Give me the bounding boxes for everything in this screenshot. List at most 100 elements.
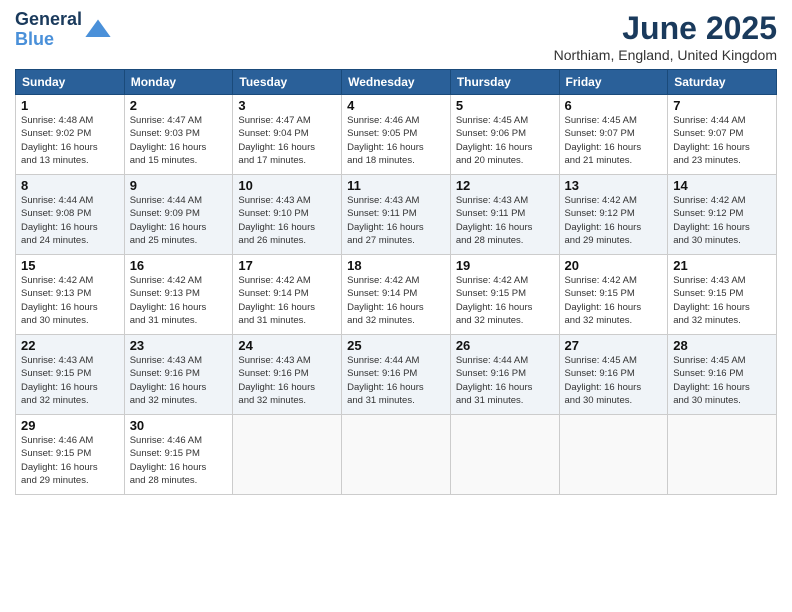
day-number: 27	[565, 338, 663, 353]
day-number: 15	[21, 258, 119, 273]
table-row: 10Sunrise: 4:43 AMSunset: 9:10 PMDayligh…	[233, 175, 342, 255]
day-info: Sunrise: 4:47 AMSunset: 9:03 PMDaylight:…	[130, 114, 228, 167]
table-row: 24Sunrise: 4:43 AMSunset: 9:16 PMDayligh…	[233, 335, 342, 415]
calendar-page: GeneralBlue June 2025 Northiam, England,…	[0, 0, 792, 612]
table-row: 22Sunrise: 4:43 AMSunset: 9:15 PMDayligh…	[16, 335, 125, 415]
day-info: Sunrise: 4:46 AMSunset: 9:05 PMDaylight:…	[347, 114, 445, 167]
day-info: Sunrise: 4:43 AMSunset: 9:15 PMDaylight:…	[673, 274, 771, 327]
day-number: 8	[21, 178, 119, 193]
table-row: 16Sunrise: 4:42 AMSunset: 9:13 PMDayligh…	[124, 255, 233, 335]
day-number: 24	[238, 338, 336, 353]
table-row: 29Sunrise: 4:46 AMSunset: 9:15 PMDayligh…	[16, 415, 125, 495]
day-info: Sunrise: 4:42 AMSunset: 9:15 PMDaylight:…	[456, 274, 554, 327]
day-number: 23	[130, 338, 228, 353]
table-row: 21Sunrise: 4:43 AMSunset: 9:15 PMDayligh…	[668, 255, 777, 335]
col-sunday: Sunday	[16, 70, 125, 95]
day-number: 29	[21, 418, 119, 433]
day-number: 20	[565, 258, 663, 273]
table-row: 30Sunrise: 4:46 AMSunset: 9:15 PMDayligh…	[124, 415, 233, 495]
col-friday: Friday	[559, 70, 668, 95]
table-row	[233, 415, 342, 495]
table-row	[668, 415, 777, 495]
day-info: Sunrise: 4:44 AMSunset: 9:07 PMDaylight:…	[673, 114, 771, 167]
col-saturday: Saturday	[668, 70, 777, 95]
calendar-week-row: 29 Sunrise: 4:46 AMSunset: 9:15 PMDayligh…	[16, 415, 777, 495]
day-info: Sunrise: 4:42 AMSunset: 9:13 PMDaylight:…	[21, 274, 119, 327]
calendar-week-row: 1Sunrise: 4:48 AMSunset: 9:02 PMDaylight…	[16, 95, 777, 175]
day-info: Sunrise: 4:43 AMSunset: 9:11 PMDaylight:…	[456, 194, 554, 247]
table-row: 23Sunrise: 4:43 AMSunset: 9:16 PMDayligh…	[124, 335, 233, 415]
table-row: 17Sunrise: 4:42 AMSunset: 9:14 PMDayligh…	[233, 255, 342, 335]
table-row: 11Sunrise: 4:43 AMSunset: 9:11 PMDayligh…	[342, 175, 451, 255]
day-number: 5	[456, 98, 554, 113]
day-number: 22	[21, 338, 119, 353]
table-row	[559, 415, 668, 495]
table-row: 18Sunrise: 4:42 AMSunset: 9:14 PMDayligh…	[342, 255, 451, 335]
day-number: 26	[456, 338, 554, 353]
day-info: Sunrise: 4:43 AMSunset: 9:11 PMDaylight:…	[347, 194, 445, 247]
table-row: 2Sunrise: 4:47 AMSunset: 9:03 PMDaylight…	[124, 95, 233, 175]
table-row: 12Sunrise: 4:43 AMSunset: 9:11 PMDayligh…	[450, 175, 559, 255]
day-info: Sunrise: 4:44 AMSunset: 9:16 PMDaylight:…	[456, 354, 554, 407]
day-info: Sunrise: 4:42 AMSunset: 9:12 PMDaylight:…	[565, 194, 663, 247]
table-row: 3Sunrise: 4:47 AMSunset: 9:04 PMDaylight…	[233, 95, 342, 175]
calendar-body: 1Sunrise: 4:48 AMSunset: 9:02 PMDaylight…	[16, 95, 777, 495]
day-number: 1	[21, 98, 119, 113]
table-row: 14Sunrise: 4:42 AMSunset: 9:12 PMDayligh…	[668, 175, 777, 255]
day-number: 2	[130, 98, 228, 113]
day-number: 10	[238, 178, 336, 193]
day-info: Sunrise: 4:46 AMSunset: 9:15 PMDaylight:…	[130, 434, 228, 487]
day-number: 30	[130, 418, 228, 433]
day-number: 17	[238, 258, 336, 273]
day-number: 16	[130, 258, 228, 273]
day-info: Sunrise: 4:45 AMSunset: 9:06 PMDaylight:…	[456, 114, 554, 167]
logo-text: GeneralBlue	[15, 10, 82, 50]
day-number: 19	[456, 258, 554, 273]
col-tuesday: Tuesday	[233, 70, 342, 95]
day-info: Sunrise: 4:44 AMSunset: 9:09 PMDaylight:…	[130, 194, 228, 247]
day-info: Sunrise: 4:43 AMSunset: 9:16 PMDaylight:…	[130, 354, 228, 407]
table-row: 4Sunrise: 4:46 AMSunset: 9:05 PMDaylight…	[342, 95, 451, 175]
table-row: 20Sunrise: 4:42 AMSunset: 9:15 PMDayligh…	[559, 255, 668, 335]
calendar-week-row: 15Sunrise: 4:42 AMSunset: 9:13 PMDayligh…	[16, 255, 777, 335]
col-wednesday: Wednesday	[342, 70, 451, 95]
day-info: Sunrise: 4:42 AMSunset: 9:14 PMDaylight:…	[238, 274, 336, 327]
day-number: 7	[673, 98, 771, 113]
calendar-week-row: 8Sunrise: 4:44 AMSunset: 9:08 PMDaylight…	[16, 175, 777, 255]
day-info: Sunrise: 4:42 AMSunset: 9:14 PMDaylight:…	[347, 274, 445, 327]
day-info: Sunrise: 4:42 AMSunset: 9:13 PMDaylight:…	[130, 274, 228, 327]
day-info: Sunrise: 4:45 AMSunset: 9:16 PMDaylight:…	[565, 354, 663, 407]
col-thursday: Thursday	[450, 70, 559, 95]
table-row: 8Sunrise: 4:44 AMSunset: 9:08 PMDaylight…	[16, 175, 125, 255]
table-row	[450, 415, 559, 495]
day-number: 9	[130, 178, 228, 193]
day-info: Sunrise: 4:42 AMSunset: 9:12 PMDaylight:…	[673, 194, 771, 247]
day-number: 12	[456, 178, 554, 193]
day-number: 4	[347, 98, 445, 113]
title-block: June 2025 Northiam, England, United King…	[554, 10, 777, 63]
day-info: Sunrise: 4:47 AMSunset: 9:04 PMDaylight:…	[238, 114, 336, 167]
logo-icon	[84, 16, 112, 44]
day-info: Sunrise: 4:45 AMSunset: 9:07 PMDaylight:…	[565, 114, 663, 167]
day-info: Sunrise: 4:44 AMSunset: 9:16 PMDaylight:…	[347, 354, 445, 407]
day-number: 14	[673, 178, 771, 193]
table-row: 27Sunrise: 4:45 AMSunset: 9:16 PMDayligh…	[559, 335, 668, 415]
table-row: 9Sunrise: 4:44 AMSunset: 9:09 PMDaylight…	[124, 175, 233, 255]
day-number: 11	[347, 178, 445, 193]
table-row	[342, 415, 451, 495]
table-row: 19Sunrise: 4:42 AMSunset: 9:15 PMDayligh…	[450, 255, 559, 335]
col-monday: Monday	[124, 70, 233, 95]
logo: GeneralBlue	[15, 10, 112, 50]
location: Northiam, England, United Kingdom	[554, 47, 777, 63]
month-title: June 2025	[554, 10, 777, 47]
day-number: 13	[565, 178, 663, 193]
day-info: Sunrise: 4:42 AMSunset: 9:15 PMDaylight:…	[565, 274, 663, 327]
day-number: 21	[673, 258, 771, 273]
table-row: 15Sunrise: 4:42 AMSunset: 9:13 PMDayligh…	[16, 255, 125, 335]
table-row: 25Sunrise: 4:44 AMSunset: 9:16 PMDayligh…	[342, 335, 451, 415]
day-number: 18	[347, 258, 445, 273]
day-number: 6	[565, 98, 663, 113]
header-row: Sunday Monday Tuesday Wednesday Thursday…	[16, 70, 777, 95]
table-row: 28Sunrise: 4:45 AMSunset: 9:16 PMDayligh…	[668, 335, 777, 415]
day-number: 28	[673, 338, 771, 353]
